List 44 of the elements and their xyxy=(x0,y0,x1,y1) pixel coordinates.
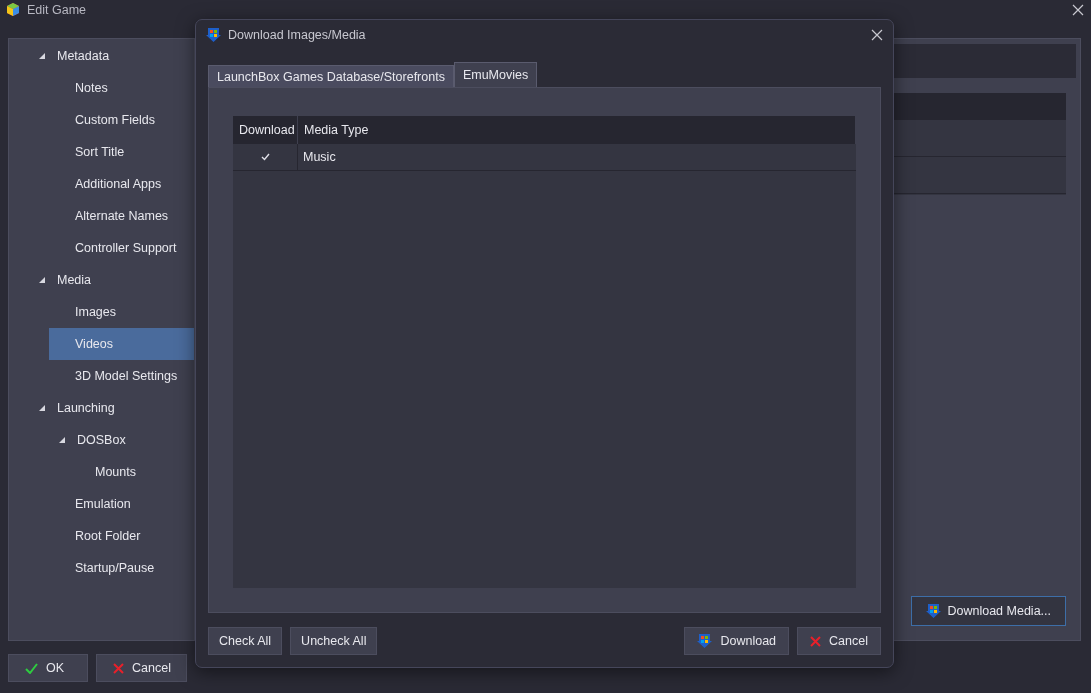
close-icon xyxy=(810,635,822,647)
tree-item[interactable]: Alternate Names xyxy=(49,200,194,232)
expanded-triangle-icon[interactable] xyxy=(39,405,45,411)
tree-item[interactable]: Startup/Pause xyxy=(49,552,194,584)
close-icon xyxy=(113,662,124,674)
cancel-button[interactable]: Cancel xyxy=(96,654,187,682)
app-logo-icon xyxy=(7,3,19,16)
tree-item[interactable]: Mounts xyxy=(49,456,194,488)
tree-item[interactable]: Videos xyxy=(49,328,194,360)
tree-item[interactable]: Sort Title xyxy=(49,136,194,168)
cancel-button[interactable]: Cancel xyxy=(797,627,881,655)
tree-item[interactable]: Additional Apps xyxy=(49,168,194,200)
download-media-button[interactable]: Download Media... xyxy=(911,596,1066,626)
tree-item[interactable]: Custom Fields xyxy=(49,104,194,136)
dialog-title: Download Images/Media xyxy=(228,28,366,42)
expanded-triangle-icon[interactable] xyxy=(59,437,65,443)
tree-item[interactable]: Emulation xyxy=(49,488,194,520)
tab[interactable]: EmuMovies xyxy=(453,62,538,87)
close-icon[interactable] xyxy=(1072,3,1084,16)
tab[interactable]: LaunchBox Games Database/Storefronts xyxy=(208,65,454,87)
download-arrow-icon xyxy=(697,633,713,649)
ok-button[interactable]: OK xyxy=(8,654,88,682)
tree-item[interactable]: Images xyxy=(49,296,194,328)
tree-item[interactable]: Root Folder xyxy=(49,520,194,552)
app-download-icon xyxy=(206,27,221,43)
tree-item[interactable]: Controller Support xyxy=(49,232,194,264)
tree-item[interactable]: Notes xyxy=(49,72,194,104)
tree-item[interactable]: Launching xyxy=(29,392,194,424)
table-cell-text: Music xyxy=(302,149,337,166)
tree-item[interactable]: Metadata xyxy=(29,40,194,72)
tree-item[interactable]: 3D Model Settings xyxy=(49,360,194,392)
checkmark-icon xyxy=(25,662,38,674)
window-title: Edit Game xyxy=(27,2,87,17)
expanded-triangle-icon[interactable] xyxy=(39,277,45,283)
close-icon[interactable] xyxy=(871,29,883,41)
expanded-triangle-icon[interactable] xyxy=(39,53,45,59)
tree-item[interactable]: DOSBox xyxy=(49,424,194,456)
action-button[interactable]: Uncheck All xyxy=(290,627,378,655)
download-button[interactable]: Download xyxy=(684,627,790,655)
download-arrow-icon xyxy=(926,603,942,619)
column-header[interactable]: Media Type xyxy=(298,116,856,144)
action-button[interactable]: Check All xyxy=(208,627,283,655)
tree-item[interactable]: Media xyxy=(29,264,194,296)
column-header[interactable]: Download xyxy=(233,116,298,144)
